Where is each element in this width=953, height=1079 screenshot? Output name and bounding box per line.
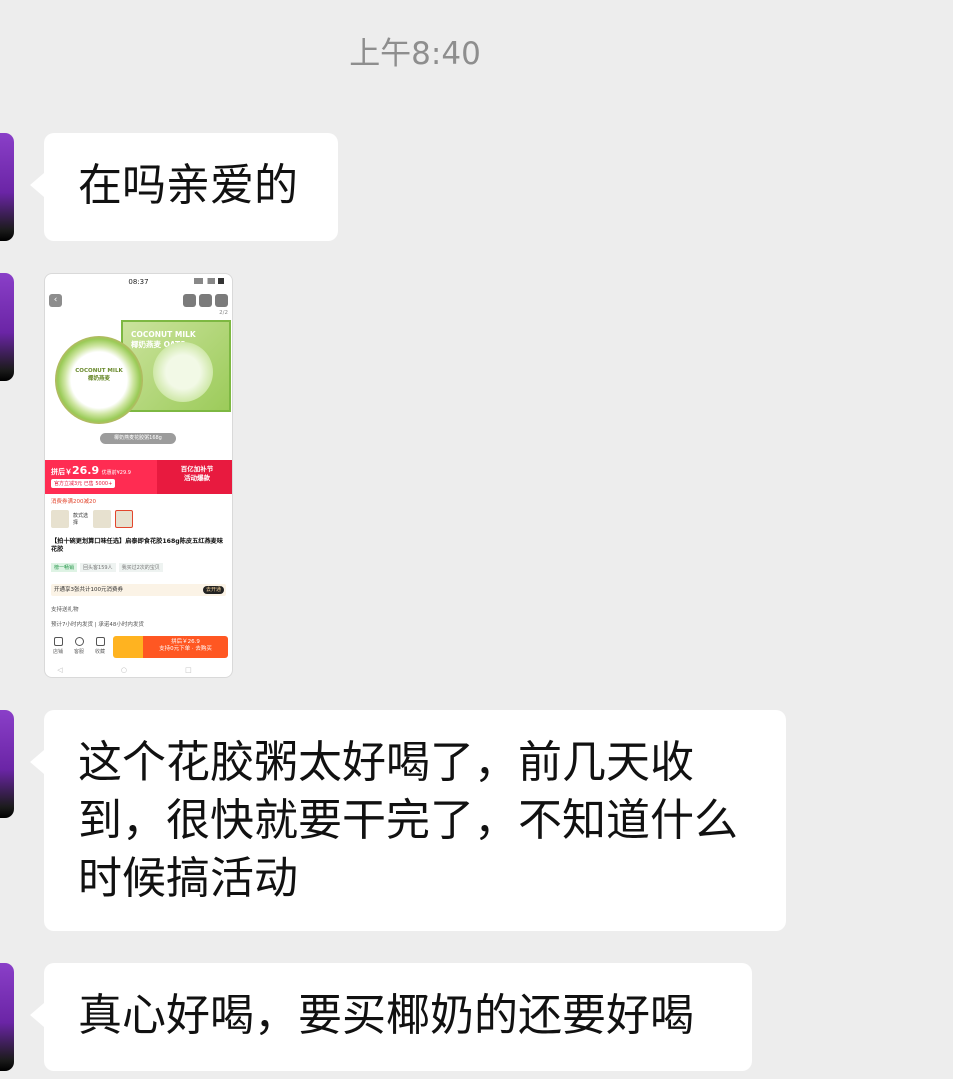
back-icon: ‹ [49,294,62,307]
message-text: 真心好喝，要买椰奶的还要好喝 [78,990,694,1041]
sender-avatar[interactable] [0,710,14,818]
shop-icon: 店铺 [49,637,67,655]
product-tags: 榜一畅销 回头客159人 我买过2次的宝贝 [51,563,163,572]
vip-row: 开通享3张共计100元消费券 去开通 [51,584,226,596]
nav-row: ‹ [49,294,228,308]
sender-avatar[interactable] [0,963,14,1071]
message-bubble[interactable]: 在吗亲爱的 [30,133,338,241]
product-title: 【拍十碗更划算口味任选】启泰即食花胶168g陈皮五红燕麦味花胶 [51,538,224,553]
service-icon: 客服 [70,637,88,655]
bottom-bar: 店铺 客服 收藏 拼后￥26.9 支持0元下单 · 去购买 [45,635,232,659]
style-thumb [93,510,111,528]
star-icon: 收藏 [91,637,109,655]
cart-icon [199,294,212,307]
gesture-bar: ◁ ○ □ [57,666,220,674]
style-thumb [115,510,133,528]
message-bubble[interactable]: 这个花胶粥太好喝了，前几天收到，很快就要干完了，不知道什么时候搞活动 [30,710,786,931]
price-banner: 拼后￥26.9 优惠前¥29.9 官方立减3元 已售 5000+ 百亿加补节 活动… [45,460,232,494]
service-line: 支持送礼物 [51,607,79,613]
style-thumbs: 款式选择 [51,510,133,528]
message-text: 这个花胶粥太好喝了，前几天收到，很快就要干完了，不知道什么时候搞活动 [78,737,738,904]
signal-battery-icon [194,278,224,284]
service-line: 预计7小时内发货 | 承诺48小时内发货 [51,622,144,628]
chat-timestamp: 上午8:40 [349,36,481,72]
cart-icon [113,636,143,658]
sender-avatar[interactable] [0,133,14,241]
sender-avatar[interactable] [0,273,14,381]
buy-button: 拼后￥26.9 支持0元下单 · 去购买 [113,636,228,658]
status-bar: 08:37 [45,274,232,290]
status-time: 08:37 [128,278,149,286]
tag: 我买过2次的宝贝 [118,563,163,572]
product-tin: COCONUT MILK 椰奶燕麦 [55,336,143,424]
style-thumb [51,510,69,528]
product-pill: 椰奶燕麦花胶粥168g [100,433,176,444]
message-bubble[interactable]: 真心好喝，要买椰奶的还要好喝 [30,963,752,1071]
more-icon [215,294,228,307]
page-indicator: 2/2 [219,310,228,316]
tag: 回头客159人 [80,563,116,572]
share-icon [183,294,196,307]
message-text: 在吗亲爱的 [78,160,298,211]
tag: 榜一畅销 [51,563,78,572]
image-message[interactable]: 08:37 ‹ COCONUT MILK椰奶燕麦 OATS 2/2 COCONU… [44,273,233,678]
product-image: COCONUT MILK椰奶燕麦 OATS 2/2 COCONUT MILK椰奶… [45,310,232,445]
coupon-line: 消费券满200减20 [51,499,96,505]
